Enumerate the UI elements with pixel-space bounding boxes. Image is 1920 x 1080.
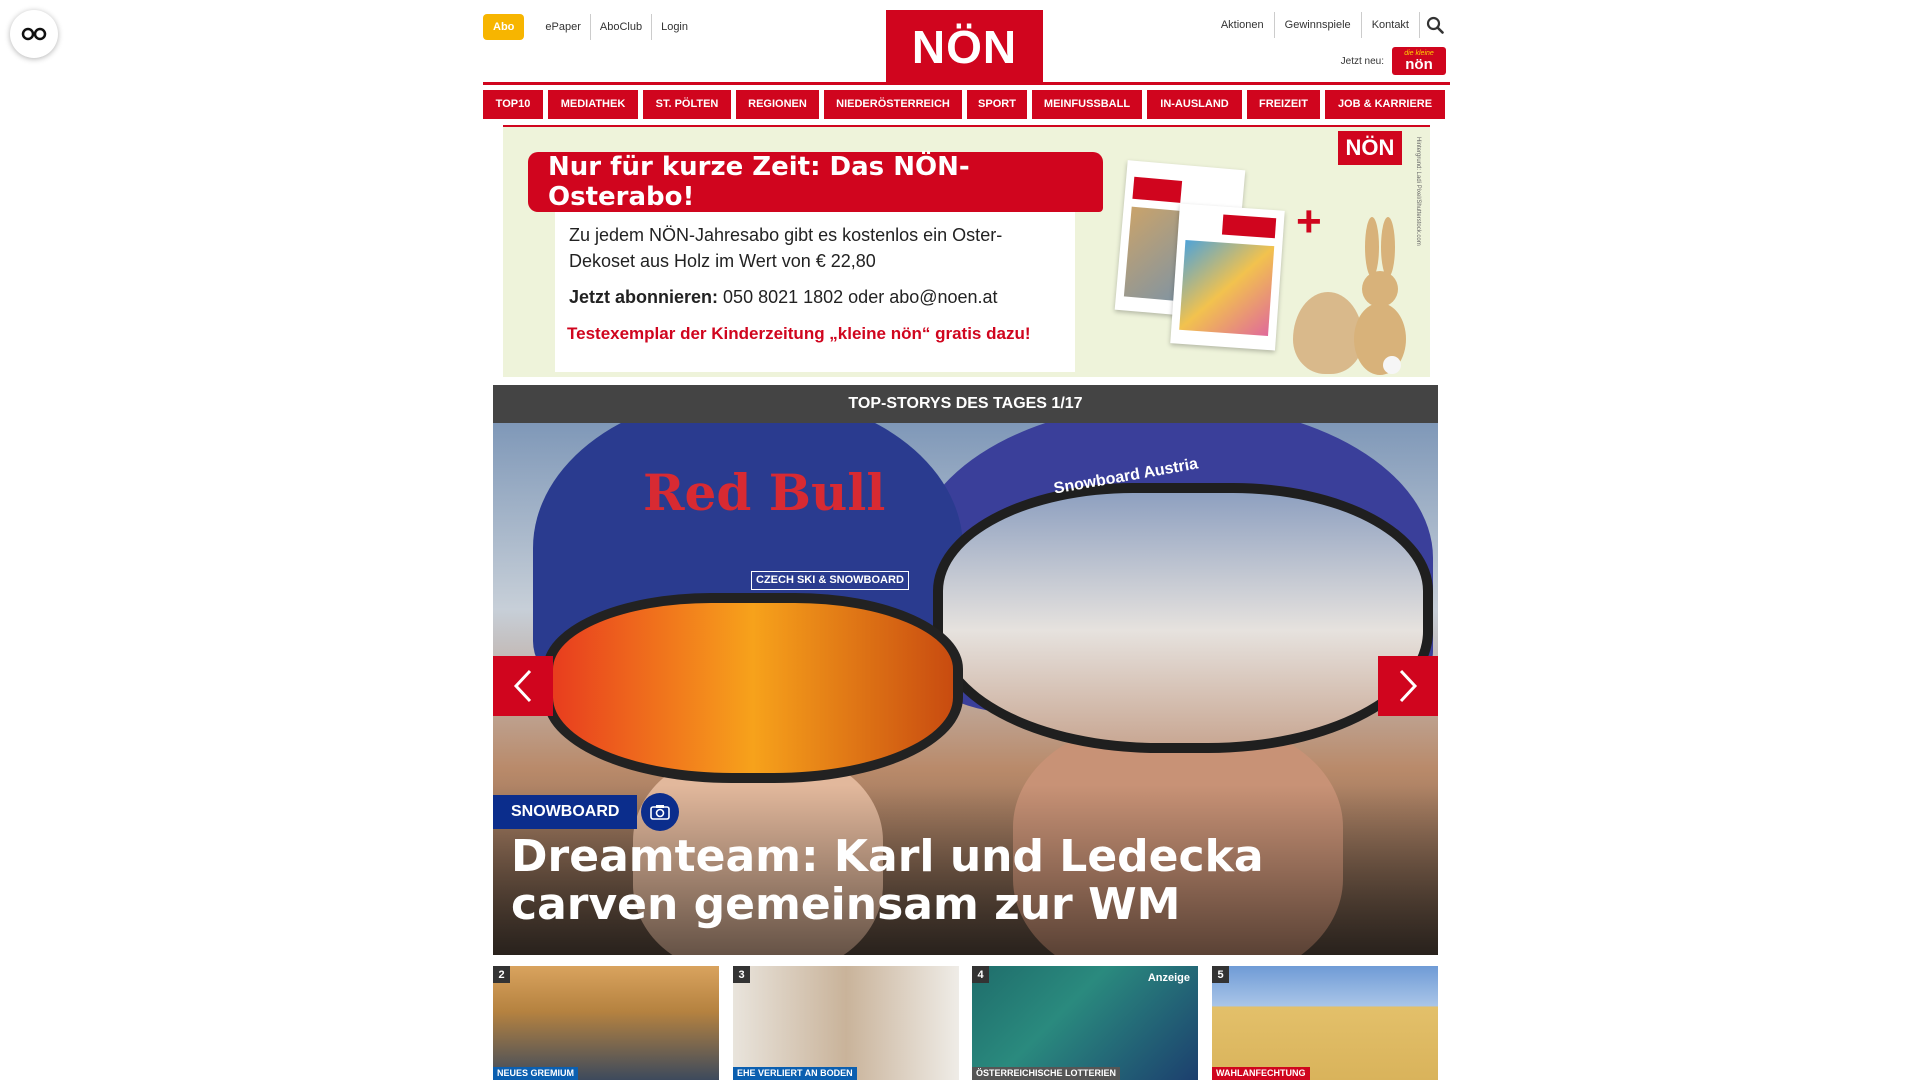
thumb-tag: ÖSTERREICHISCHE LOTTERIEN [972,1067,1121,1080]
thumb-number: 3 [733,966,750,983]
hero-image-goggle-right [933,483,1433,753]
story-thumb-2[interactable]: 2 NEUES GREMIUM [493,966,719,1080]
login-link[interactable]: Login [651,14,697,40]
banner-phone-value: 050 8021 1802 oder abo@noen.at [723,287,998,307]
gewinnspiele-link[interactable]: Gewinnspiele [1273,12,1361,38]
banner-noen-logo: NÖN [1338,131,1402,165]
nav-item-regionen[interactable]: REGIONEN [736,90,819,119]
hero-image-goggle-left [543,593,963,783]
glasses-icon [21,27,47,41]
nav-item-st-poelten[interactable]: ST. PÖLTEN [643,90,731,119]
nav-item-job-karriere[interactable]: JOB & KARRIERE [1325,90,1445,119]
chevron-right-icon [1399,669,1418,703]
site-logo[interactable]: NÖN [886,10,1043,83]
nav-item-sport[interactable]: SPORT [967,90,1027,119]
page-container: Abo ePaper AboClub Login NÖN Aktionen Ge… [483,0,1450,1080]
nav-item-meinfussball[interactable]: MEINFUSSBALL [1032,90,1142,119]
slider-prev-button[interactable] [493,656,553,716]
nav-item-in-ausland[interactable]: IN-AUSLAND [1147,90,1242,119]
nav-item-freizeit[interactable]: FREIZEIT [1247,90,1320,119]
slider-next-button[interactable] [1378,656,1438,716]
hero-category-badge[interactable]: SNOWBOARD [493,795,638,829]
banner-phone-label: Jetzt abonnieren: [569,287,719,307]
header-divider [483,82,1450,85]
wooden-bunny-image [1354,217,1406,375]
nav-item-mediathek[interactable]: MEDIATHEK [548,90,638,119]
search-icon [1426,16,1444,34]
thumb-number: 5 [1212,966,1229,983]
kontakt-link[interactable]: Kontakt [1360,12,1419,38]
plus-symbol: + [1296,197,1322,246]
thumb-tag: EHE VERLIERT AN BODEN [733,1067,857,1080]
nav-item-niederoesterreich[interactable]: NIEDERÖSTERREICH [824,90,962,119]
thumb-number: 4 [972,966,989,983]
helmet-sticker-text: CZECH SKI & SNOWBOARD [751,571,909,590]
osterabo-banner[interactable]: Nur für kurze Zeit: Das NÖN-Osterabo! Zu… [503,125,1430,377]
abo-button[interactable]: Abo [483,14,525,40]
story-thumb-5[interactable]: 5 WAHLANFECHTUNG [1212,966,1438,1080]
chevron-left-icon [513,669,532,703]
kleine-noen-logo[interactable]: die kleine nön [1392,47,1446,75]
epaper-link[interactable]: ePaper [536,14,589,40]
kids-newspaper-image [1170,203,1285,351]
banner-headline: Nur für kurze Zeit: Das NÖN-Osterabo! [528,152,1103,212]
hero-story[interactable]: Red Bull CZECH SKI & SNOWBOARD Snowboard… [493,423,1438,955]
thumb-number: 2 [493,966,510,983]
banner-cta: Testexemplar der Kinderzeitung „kleine n… [567,324,1031,343]
gallery-badge [641,793,679,831]
nav-item-top10[interactable]: TOP10 [483,90,543,119]
banner-body-box: Zu jedem NÖN-Jahresabo gibt es kostenlos… [555,212,1075,372]
story-thumb-4[interactable]: 4 Anzeige ÖSTERREICHISCHE LOTTERIEN [972,966,1198,1080]
top-stories-header: TOP-STORYS DES TAGES 1/17 [493,385,1438,423]
kleine-logo-bottom: nön [1405,56,1433,73]
jetzt-neu-label: Jetzt neu: [1340,55,1384,67]
aboclub-link[interactable]: AboClub [589,14,651,40]
story-thumbnails: 2 NEUES GREMIUM 3 EHE VERLIERT AN BODEN … [493,966,1438,1080]
accessibility-toggle-button[interactable] [10,10,58,58]
thumb-tag: NEUES GREMIUM [493,1067,579,1080]
jetzt-neu-promo: Jetzt neu: die kleine nön [1341,47,1446,75]
banner-contact: Jetzt abonnieren: 050 8021 1802 oder abo… [569,287,998,308]
helmet-brand-text: Red Bull [643,463,886,522]
ad-label: Anzeige [1147,972,1190,984]
thumb-tag: WAHLANFECHTUNG [1212,1067,1310,1080]
camera-icon [650,805,670,820]
utility-nav-left: Abo ePaper AboClub Login [483,14,697,40]
aktionen-link[interactable]: Aktionen [1211,12,1274,38]
hero-headline[interactable]: Dreamteam: Karl und Ledecka carven gemei… [511,833,1391,929]
utility-nav-right: Aktionen Gewinnspiele Kontakt [1211,12,1450,38]
banner-body-text: Zu jedem NÖN-Jahresabo gibt es kostenlos… [569,225,1003,271]
search-button[interactable] [1419,12,1450,38]
story-thumb-3[interactable]: 3 EHE VERLIERT AN BODEN [733,966,959,1080]
banner-image-credit: Hintergrund: Ladi Pixel/Shutterstock.com [1415,137,1421,246]
main-nav: TOP10 MEDIATHEK ST. PÖLTEN REGIONEN NIED… [483,90,1450,119]
